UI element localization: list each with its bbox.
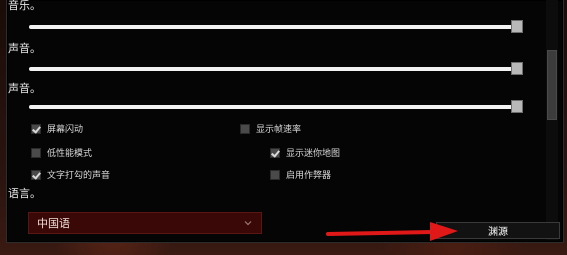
- arrow-right-icon: [326, 222, 458, 241]
